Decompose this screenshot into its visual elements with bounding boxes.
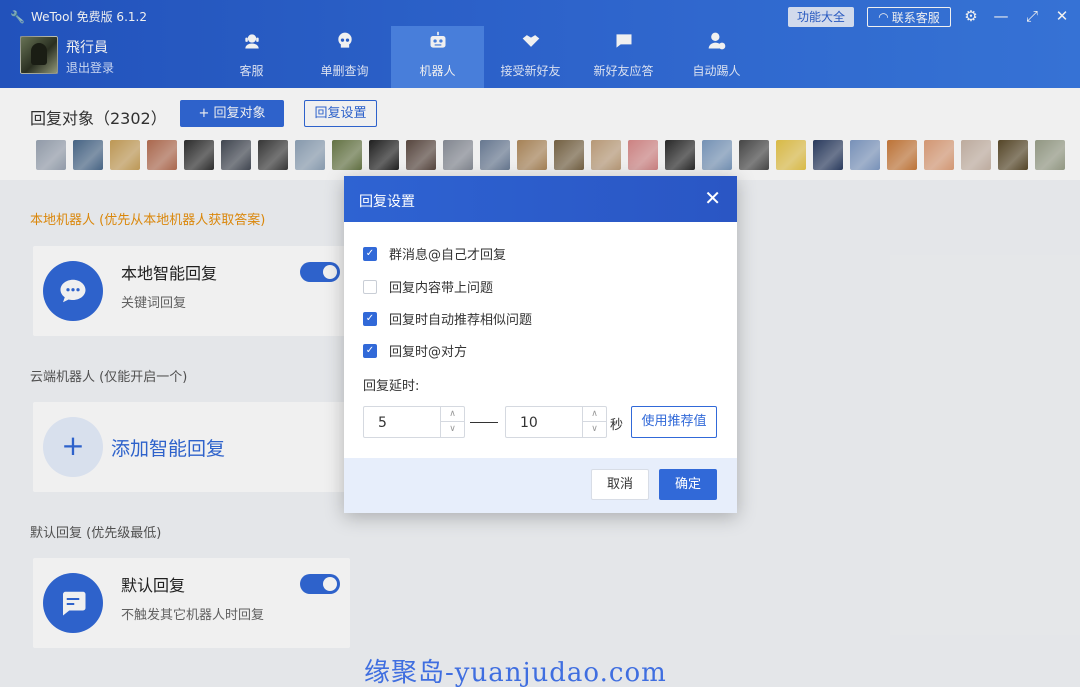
checkbox-checked-icon[interactable]: ✓ [363, 311, 377, 326]
dialog-header: 回复设置 ✕ [344, 176, 737, 222]
option-label: 回复时@对方 [389, 345, 468, 360]
dialog-footer: 取消 确定 [344, 458, 737, 513]
option-label: 群消息@自己才回复 [389, 248, 507, 263]
chevron-up-icon[interactable]: ∧ [441, 407, 464, 422]
delay-max-stepper[interactable]: ∧ ∨ [582, 407, 606, 437]
confirm-button[interactable]: 确定 [659, 469, 717, 500]
use-recommended-button[interactable]: 使用推荐值 [631, 406, 717, 438]
reply-settings-dialog: 回复设置 ✕ ✓ 群消息@自己才回复 回复内容带上问题 ✓ 回复时自动推荐相似问… [344, 176, 737, 513]
option-label: 回复时自动推荐相似问题 [389, 313, 533, 328]
chevron-down-icon[interactable]: ∨ [583, 422, 606, 437]
option-mention-sender[interactable]: ✓ 回复时@对方 [363, 341, 467, 360]
option-include-question[interactable]: 回复内容带上问题 [363, 277, 493, 296]
delay-max-input[interactable]: 10 ∧ ∨ [505, 406, 607, 438]
delay-min-input[interactable]: 5 ∧ ∨ [363, 406, 465, 438]
checkbox-unchecked-icon[interactable] [363, 279, 377, 294]
chevron-down-icon[interactable]: ∨ [441, 422, 464, 437]
delay-min-value: 5 [378, 415, 387, 431]
chevron-up-icon[interactable]: ∧ [583, 407, 606, 422]
checkbox-checked-icon[interactable]: ✓ [363, 343, 377, 358]
option-recommend-similar[interactable]: ✓ 回复时自动推荐相似问题 [363, 309, 532, 328]
seconds-unit: 秒 [610, 418, 624, 433]
delay-min-stepper[interactable]: ∧ ∨ [440, 407, 464, 437]
watermark-text: 缘聚岛-yuanjudao.com [364, 658, 667, 687]
dialog-title: 回复设置 [359, 194, 415, 210]
delay-label: 回复延时: [363, 379, 420, 394]
cancel-button[interactable]: 取消 [591, 469, 649, 500]
option-label: 回复内容带上问题 [389, 281, 494, 296]
option-group-mention-only[interactable]: ✓ 群消息@自己才回复 [363, 244, 506, 263]
range-separator [470, 422, 498, 423]
delay-max-value: 10 [520, 415, 538, 431]
checkbox-checked-icon[interactable]: ✓ [363, 246, 377, 261]
close-icon[interactable]: ✕ [704, 187, 721, 209]
